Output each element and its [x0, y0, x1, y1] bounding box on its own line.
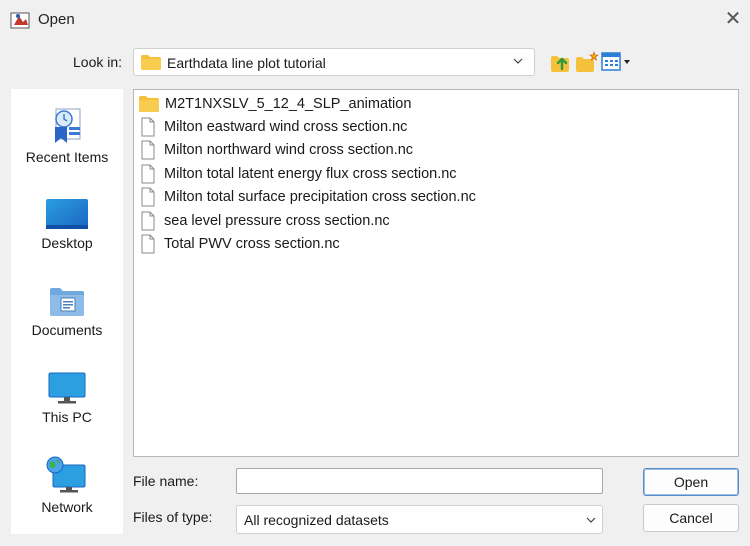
list-item-file[interactable]: Total PWV cross section.nc — [138, 233, 340, 255]
place-label: Network — [41, 499, 93, 515]
file-name-label: File name: — [133, 473, 199, 489]
app-icon — [10, 12, 30, 29]
look-in-dropdown[interactable]: Earthdata line plot tutorial — [133, 48, 535, 76]
close-icon[interactable]: ✕ — [720, 6, 746, 32]
file-type-dropdown[interactable]: All recognized datasets — [236, 505, 603, 534]
place-documents[interactable]: Documents — [11, 284, 123, 338]
network-icon — [46, 456, 86, 493]
file-icon — [141, 234, 155, 254]
list-item-file[interactable]: Milton eastward wind cross section.nc — [138, 116, 407, 138]
file-icon — [141, 117, 155, 137]
file-list[interactable]: M2T1NXSLV_5_12_4_SLP_animation Milton ea… — [133, 89, 739, 457]
file-icon — [141, 187, 155, 207]
places-bar: Recent Items Desktop Documents This PC N… — [11, 89, 123, 534]
file-icon — [141, 140, 155, 160]
file-name: Milton total latent energy flux cross se… — [164, 166, 457, 182]
chevron-down-icon[interactable] — [511, 54, 525, 68]
view-menu-icon[interactable] — [600, 50, 634, 74]
window-title: Open — [38, 11, 75, 28]
open-button[interactable]: Open — [643, 468, 739, 496]
place-label: Desktop — [41, 235, 93, 251]
cancel-button[interactable]: Cancel — [643, 504, 739, 532]
new-folder-icon[interactable] — [574, 50, 600, 74]
file-icon — [141, 164, 155, 184]
file-name: Milton northward wind cross section.nc — [164, 142, 414, 158]
place-desktop[interactable]: Desktop — [11, 197, 123, 251]
file-name: sea level pressure cross section.nc — [164, 213, 390, 229]
look-in-value: Earthdata line plot tutorial — [167, 55, 326, 71]
list-item-file[interactable]: Milton total surface precipitation cross… — [138, 186, 476, 208]
folder-icon — [139, 96, 159, 112]
up-one-level-icon[interactable] — [548, 50, 574, 74]
file-name: Total PWV cross section.nc — [164, 236, 340, 252]
file-name: Milton eastward wind cross section.nc — [164, 119, 408, 135]
place-recent-items[interactable]: Recent Items — [11, 105, 123, 165]
file-icon — [141, 211, 155, 231]
place-label: Documents — [31, 322, 103, 338]
list-item-file[interactable]: Milton northward wind cross section.nc — [138, 139, 413, 161]
file-name-input[interactable] — [236, 468, 603, 494]
this-pc-icon — [48, 372, 86, 404]
place-this-pc[interactable]: This PC — [11, 371, 123, 425]
file-type-label: Files of type: — [133, 509, 213, 525]
documents-icon — [50, 288, 84, 316]
list-item-file[interactable]: Milton total latent energy flux cross se… — [138, 163, 457, 185]
recent-items-icon — [55, 108, 81, 143]
place-label: Recent Items — [25, 149, 109, 165]
desktop-icon — [46, 199, 88, 229]
chevron-down-icon[interactable] — [584, 513, 598, 527]
list-item-file[interactable]: sea level pressure cross section.nc — [138, 210, 390, 232]
file-name: M2T1NXSLV_5_12_4_SLP_animation — [165, 96, 412, 112]
file-name: Milton total surface precipitation cross… — [164, 189, 476, 205]
title-bar: Open ✕ — [0, 0, 750, 40]
place-network[interactable]: Network — [11, 455, 123, 515]
place-label: This PC — [42, 409, 92, 425]
file-type-value: All recognized datasets — [244, 512, 389, 528]
look-in-label: Look in: — [73, 54, 123, 70]
folder-icon — [141, 55, 161, 70]
list-item-folder[interactable]: M2T1NXSLV_5_12_4_SLP_animation — [139, 93, 411, 115]
